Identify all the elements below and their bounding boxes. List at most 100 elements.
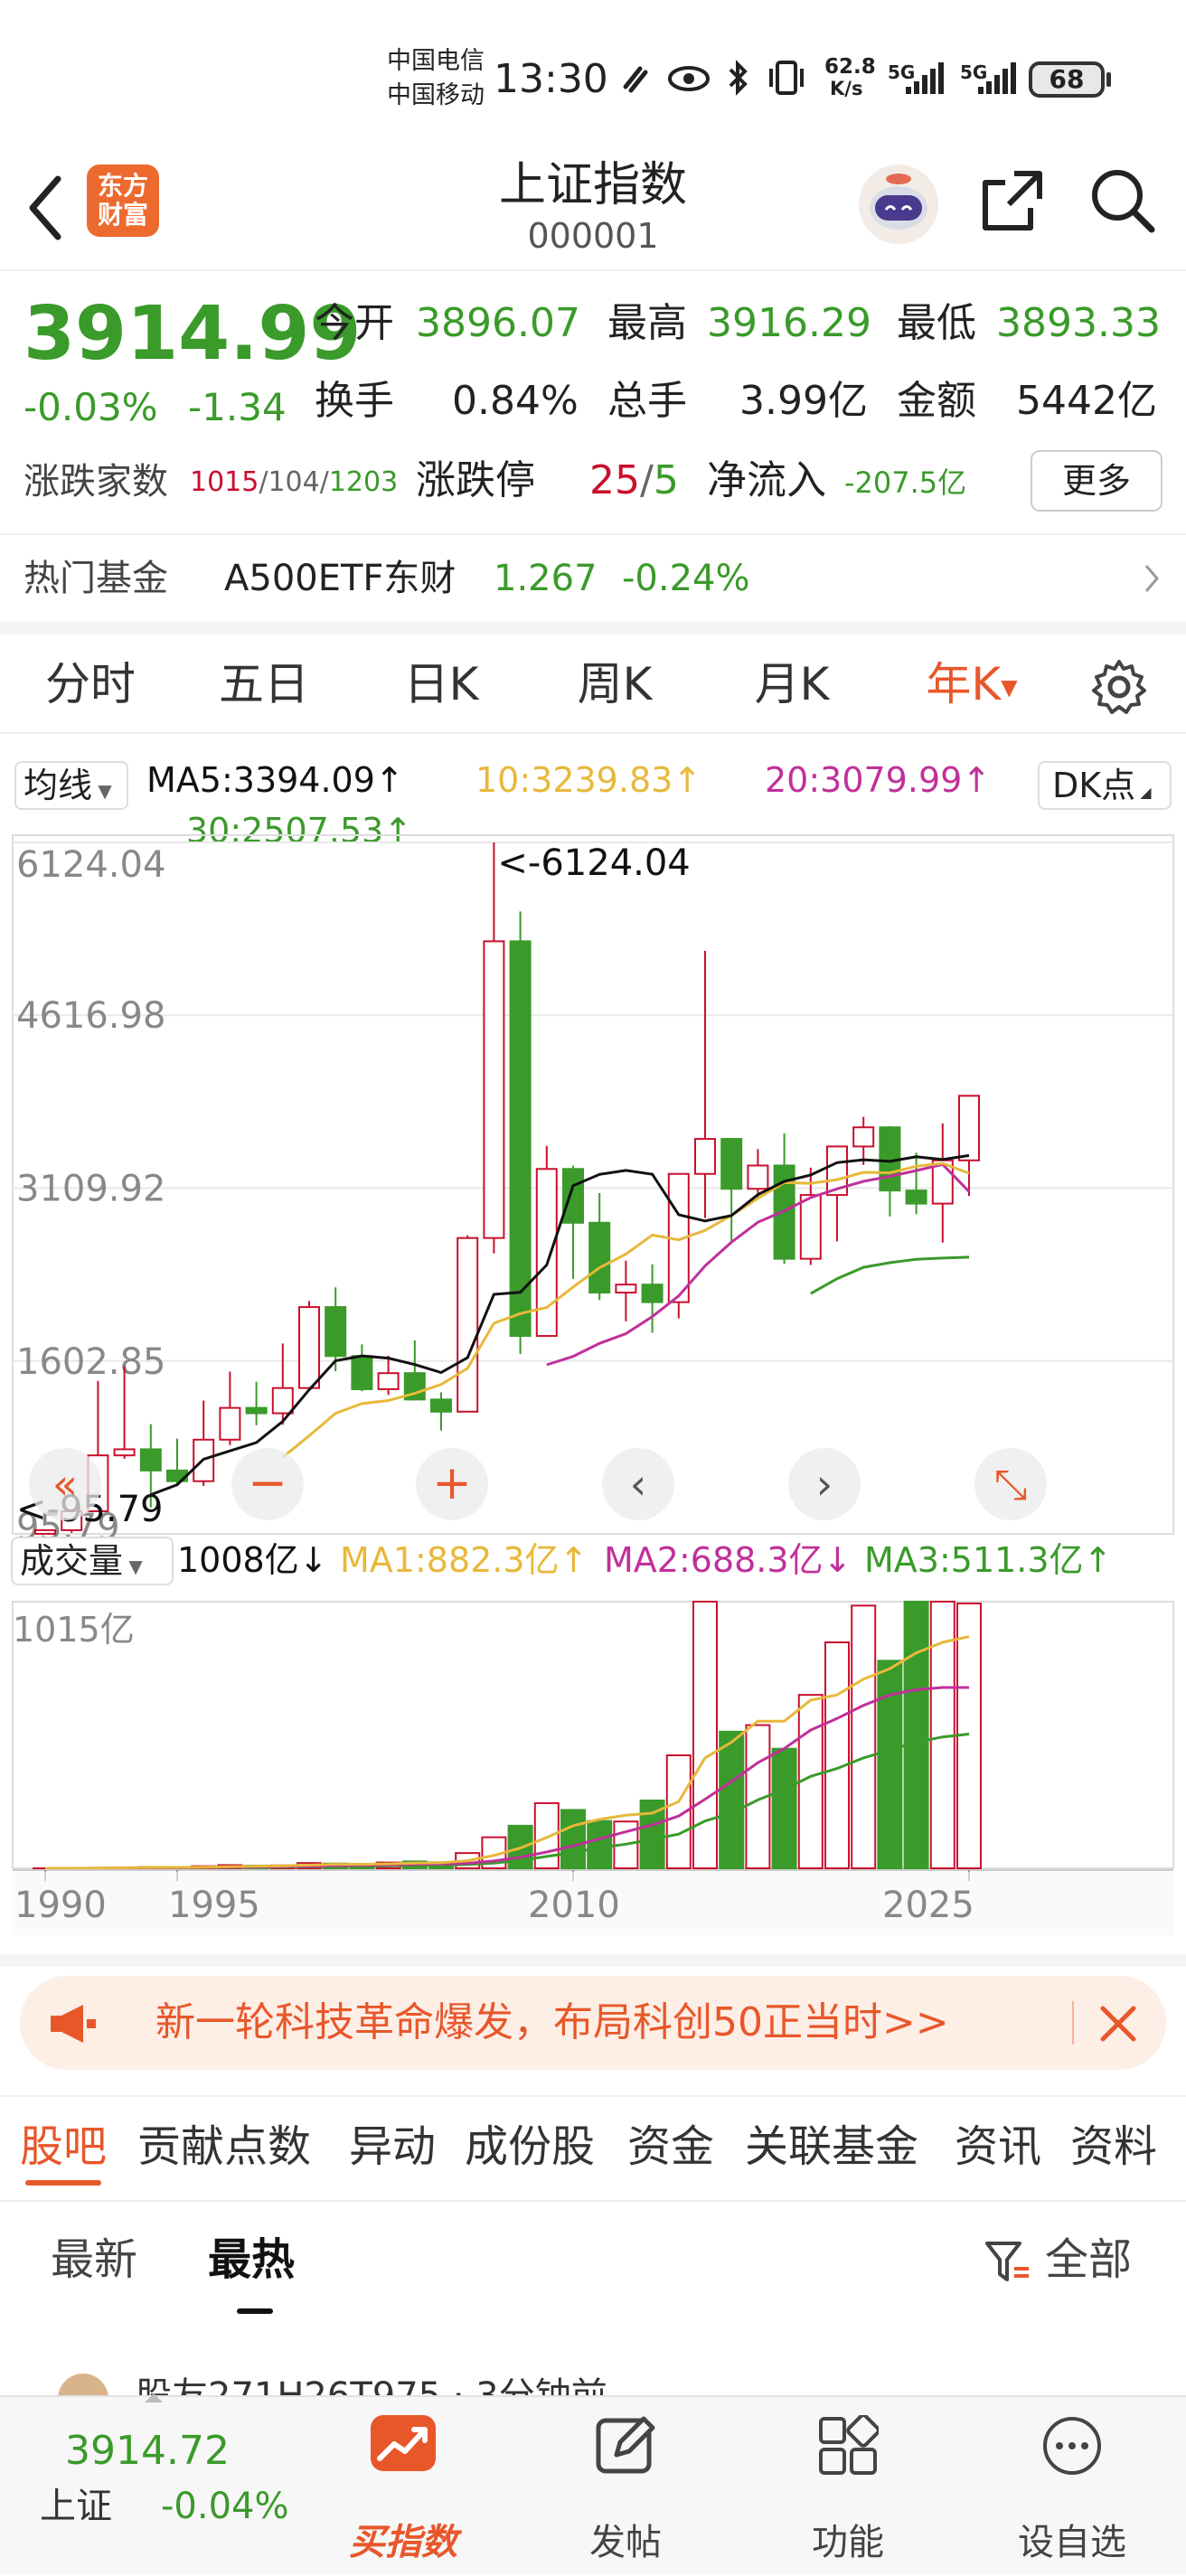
quote-panel: 3914.99 -0.03% -1.34 今开 3896.07 最高 3916.… [0, 271, 1186, 533]
volume-bar [877, 1659, 903, 1869]
rewind-button-icon: « [52, 1460, 78, 1509]
caret-up-icon [145, 2393, 163, 2402]
ma5-line [150, 1153, 970, 1497]
limit-values: 25/5 [589, 457, 679, 503]
title-bar: 东方 财富 上证指数 000001 [0, 154, 1186, 271]
tab-intraday[interactable]: 分时 [18, 635, 163, 734]
breadth-label: 涨跌家数 [24, 461, 168, 503]
tab-constituents[interactable]: 成份股 [465, 2097, 595, 2196]
tab-yearly-k[interactable]: 年K▼ [904, 635, 1040, 734]
vibrate-icon [769, 61, 804, 95]
data-saver-icon [623, 66, 648, 93]
kline-svg[interactable]: 6124.044616.983109.921602.8595.79<-6124.… [0, 734, 1186, 1954]
netflow-label: 净流入 [707, 457, 826, 503]
volume-bar [851, 1604, 877, 1869]
search-icon[interactable] [1088, 166, 1157, 235]
buy-index-button[interactable]: 买指数 [313, 2397, 494, 2576]
candle-body [377, 1372, 400, 1390]
candle-body [509, 940, 532, 1338]
tab-weekly-k[interactable]: 周K [542, 635, 687, 734]
change-percent: -0.03% [24, 385, 158, 429]
candle-body [113, 1448, 136, 1457]
post-label: 发帖 [589, 2522, 662, 2563]
bluetooth-icon [729, 60, 748, 96]
filter-all[interactable]: 全部 [1045, 2231, 1132, 2289]
tab-yearly-k-label: 年K [926, 658, 1002, 710]
index-quick-quote[interactable]: 3914.72 上证 -0.04% [0, 2393, 298, 2576]
add-watchlist-label: 设自选 [1018, 2522, 1126, 2563]
candle-body [852, 1126, 875, 1148]
tab-contribution[interactable]: 贡献点数 [137, 2097, 311, 2196]
tab-funds-flow[interactable]: 资金 [627, 2097, 714, 2196]
fund-price: 1.267 [494, 558, 598, 599]
share-icon[interactable] [978, 166, 1047, 235]
breadth-values: 1015/104/1203 [190, 466, 399, 498]
function-label: 功能 [812, 2522, 884, 2563]
robot-assistant-icon[interactable] [855, 161, 942, 248]
fund-change: -0.24% [622, 558, 750, 599]
volume-bar [903, 1601, 929, 1869]
volume-bar [692, 1601, 718, 1869]
candle-body [34, 1528, 56, 1535]
candle-body [905, 1189, 927, 1205]
breadth-up: 1015 [190, 466, 259, 498]
volume-bar [560, 1809, 586, 1869]
filter-icon[interactable] [984, 2240, 1032, 2285]
tab-profile[interactable]: 资料 [1070, 2097, 1157, 2196]
x-tick-label: 1995 [168, 1885, 260, 1926]
battery-icon: 68 [1029, 61, 1105, 98]
kline-chart-area: 均线 ▼ MA5:3394.09↑ 10:3239.83↑ 20:3079.99… [0, 734, 1186, 1954]
carrier-1: 中国电信 [387, 47, 485, 75]
more-button[interactable]: 更多 [1031, 450, 1162, 512]
sort-hot[interactable]: 最热 [208, 2231, 295, 2289]
zoom-out-button-icon: − [248, 1456, 287, 1510]
amount-value: 5442亿 [1016, 378, 1157, 424]
close-icon[interactable] [1097, 2003, 1139, 2045]
breadth-down: 1203 [328, 466, 399, 498]
candle-body [298, 1306, 320, 1389]
x-tick-label: 2010 [528, 1885, 620, 1926]
stock-code: 000001 [527, 216, 659, 256]
post-button[interactable]: 发帖 [535, 2397, 716, 2576]
settings-gear-icon[interactable] [1090, 658, 1148, 716]
current-price: 3914.99 [24, 291, 362, 377]
tab-movement[interactable]: 异动 [349, 2097, 436, 2196]
vol-ma1: MA1:882.3亿↑ [340, 1540, 588, 1580]
back-icon[interactable] [24, 172, 67, 244]
tab-monthly-k[interactable]: 月K [720, 635, 864, 734]
volume-value: 3.99亿 [739, 378, 868, 424]
tab-daily-k[interactable]: 日K [369, 635, 513, 734]
sort-tabs: 最新 最热 全部 [0, 2202, 1186, 2328]
tab-five-day[interactable]: 五日 [192, 635, 336, 734]
sort-latest[interactable]: 最新 [51, 2231, 137, 2289]
hot-fund-bar[interactable]: 热门基金 A500ETF东财 1.267 -0.24% [0, 533, 1186, 624]
turnover-label: 换手 [315, 378, 394, 424]
volume-bar [771, 1747, 797, 1870]
candle-body [562, 1168, 584, 1224]
candle-body [325, 1306, 347, 1358]
tab-news[interactable]: 资讯 [955, 2097, 1041, 2196]
post-author: 股友271H26T975 · 3分钟前 [136, 2375, 607, 2395]
y-tick-label: 6124.04 [16, 844, 165, 886]
buy-index-label: 买指数 [349, 2522, 457, 2563]
candle-body [615, 1283, 637, 1294]
function-button[interactable]: 功能 [758, 2397, 938, 2576]
tab-related-funds[interactable]: 关联基金 [745, 2097, 918, 2196]
signal-icon-2 [978, 62, 1016, 94]
candle-body [219, 1406, 241, 1441]
x-tick-label: 2025 [882, 1885, 974, 1926]
logo-line-1: 东方 [97, 171, 148, 201]
banner-text: 新一轮科技革命爆发，布局科创50正当时>> [155, 1999, 949, 2045]
x-tick-label: 1990 [14, 1885, 107, 1926]
price-panel-frame [12, 834, 1174, 1535]
app-logo[interactable]: 东方 财富 [87, 165, 159, 237]
dropdown-triangle-icon: ▼ [1001, 674, 1018, 700]
promo-banner[interactable]: 新一轮科技革命爆发，布局科创50正当时>> [20, 1976, 1166, 2070]
limit-up: 25 [589, 457, 640, 503]
quick-change: -0.04% [161, 2486, 289, 2527]
vol-selector[interactable]: 成交量 ▼ [11, 1537, 174, 1585]
partial-post-row[interactable]: 股友271H26T975 · 3分钟前 [58, 2374, 1143, 2395]
chart-up-icon [371, 2415, 436, 2471]
candle-body [588, 1221, 611, 1294]
add-watchlist-button[interactable]: 设自选 [982, 2397, 1162, 2576]
